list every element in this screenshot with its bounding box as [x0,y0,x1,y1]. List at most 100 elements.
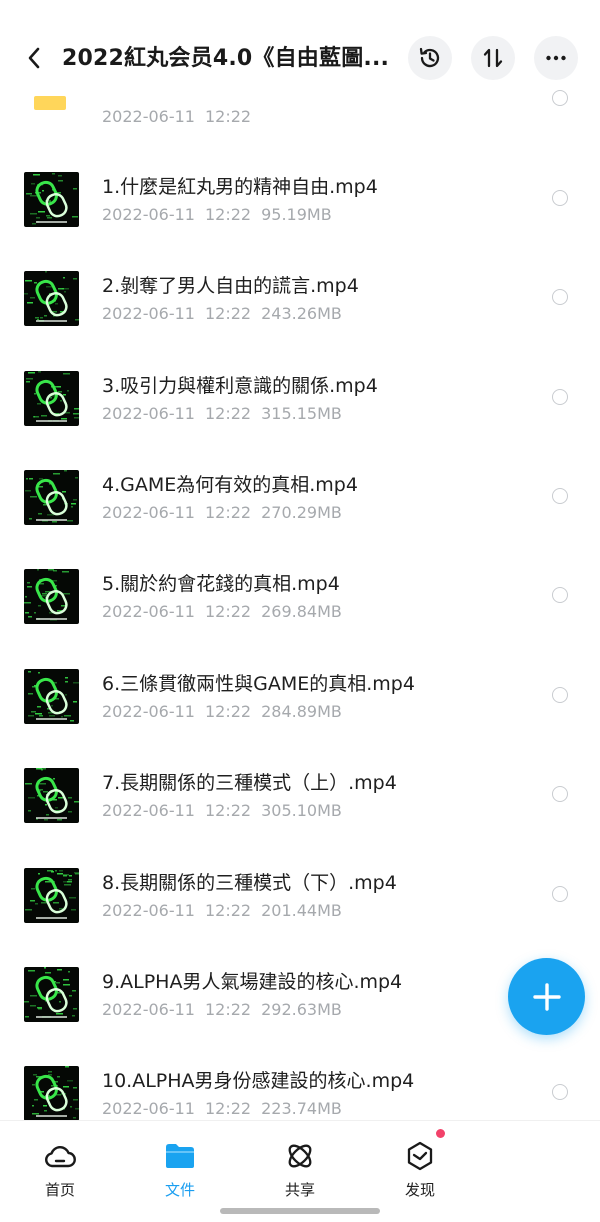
select-radio[interactable] [552,190,568,206]
file-size: 269.84MB [261,602,342,621]
file-meta: 2022-06-11 12:22 269.84MB [102,602,352,621]
video-thumbnail-icon [24,371,79,426]
file-name: 2.剝奪了男人自由的謊言.mp4 [102,275,359,297]
app-header: 2022紅丸会员4.0《自由藍圖... [0,0,600,90]
more-dots-icon [546,55,566,61]
file-meta: 2022-06-11 12:22 292.63MB [102,1000,352,1019]
video-thumbnail-icon [24,271,79,326]
file-row[interactable]: 2.剝奪了男人自由的謊言.mp4 2022-06-11 12:22 243.26MB [0,269,600,368]
file-name: 9.ALPHA男人氣場建設的核心.mp4 [102,971,403,993]
file-row[interactable]: 4.GAME為何有效的真相.mp4 2022-06-11 12:22 270.29M… [0,468,600,567]
tab-share[interactable]: 共享 [260,1139,340,1200]
more-button[interactable] [534,36,578,80]
file-date: 2022-06-11 [102,602,195,621]
file-time: 12:22 [204,404,252,423]
page-title: 2022紅丸会员4.0《自由藍圖... [62,46,390,71]
history-icon [419,47,440,68]
file-meta: 2022-06-11 12:22 315.15MB [102,404,352,423]
file-row[interactable]: 8.長期關係的三種模式（下）.mp4 2022-06-11 12:22 201.44… [0,866,600,965]
bottom-tab-bar: 首页 文件 共享 发现 [0,1120,600,1222]
cloud-icon [45,1146,76,1168]
tab-home-label: 首页 [44,1181,75,1199]
video-thumbnail-icon [24,569,79,624]
select-radio[interactable] [552,1084,568,1100]
add-button[interactable] [508,958,585,1035]
file-row[interactable]: 3.吸引力與權利意識的關係.mp4 2022-06-11 12:22 315.15M… [0,369,600,468]
video-thumbnail-icon [24,967,79,1022]
sort-icon [483,48,503,68]
file-date: 2022-06-11 [102,1099,195,1118]
file-date: 2022-06-11 [102,1000,195,1019]
sort-button[interactable] [471,36,515,80]
file-name: 1.什麼是紅丸男的精神自由.mp4 [102,176,378,198]
select-radio[interactable] [552,389,568,405]
file-size: 223.74MB [261,1099,342,1118]
file-row[interactable]: 5.關於約會花錢的真相.mp4 2022-06-11 12:22 269.84MB [0,567,600,666]
history-button[interactable] [408,36,452,80]
video-thumbnail-icon [24,1066,79,1120]
file-date: 2022-06-11 [102,702,195,721]
file-size: 305.10MB [261,801,342,820]
file-time: 12:22 [204,702,252,721]
folder-date: 2022-06-11 [102,107,195,126]
file-row[interactable]: 10.ALPHA男身份感建設的核心.mp4 2022-06-11 12:22 223… [0,1064,600,1120]
file-date: 2022-06-11 [102,503,195,522]
file-row[interactable]: 9.ALPHA男人氣場建設的核心.mp4 2022-06-11 12:22 292.… [0,965,600,1064]
back-button[interactable] [18,36,50,80]
file-time: 12:22 [204,901,252,920]
share-orbit-icon [288,1144,312,1168]
file-date: 2022-06-11 [102,404,195,423]
home-indicator [220,1208,380,1214]
file-date: 2022-06-11 [102,901,195,920]
select-radio[interactable] [552,687,568,703]
select-radio[interactable] [552,289,568,305]
file-row[interactable]: 1.什麼是紅丸男的精神自由.mp4 2022-06-11 12:22 95.19MB [0,170,600,269]
file-size: 315.15MB [261,404,342,423]
file-date: 2022-06-11 [102,801,195,820]
file-meta: 2022-06-11 12:22 284.89MB [102,702,352,721]
tab-discover[interactable]: 发现 [380,1139,460,1200]
file-name: 5.關於約會花錢的真相.mp4 [102,573,340,595]
folder-icon [34,96,66,110]
file-name: 7.長期關係的三種模式（上）.mp4 [102,772,397,794]
select-radio[interactable] [552,488,568,504]
video-thumbnail-icon [24,470,79,525]
folder-time: 12:22 [204,107,252,126]
file-list: 2022-06-11 12:22 1.什麼是紅丸男的精神自由.mp4 2022-0… [0,0,600,1120]
file-meta: 2022-06-11 12:22 95.19MB [102,205,342,224]
file-meta: 2022-06-11 12:22 223.74MB [102,1099,352,1118]
file-size: 270.29MB [261,503,342,522]
tab-home[interactable]: 首页 [20,1139,100,1200]
file-time: 12:22 [204,304,252,323]
file-date: 2022-06-11 [102,205,195,224]
file-size: 292.63MB [261,1000,342,1019]
file-time: 12:22 [204,602,252,621]
file-row[interactable]: 6.三條貫徹兩性與GAME的真相.mp4 2022-06-11 12:22 284.… [0,667,600,766]
file-name: 6.三條貫徹兩性與GAME的真相.mp4 [102,673,415,695]
file-size: 284.89MB [261,702,342,721]
folder-meta: 2022-06-11 12:22 [102,107,261,126]
plus-icon [532,982,561,1011]
file-name: 10.ALPHA男身份感建設的核心.mp4 [102,1070,415,1092]
tab-files-label: 文件 [164,1181,195,1199]
file-size: 201.44MB [261,901,342,920]
chevron-left-icon [28,47,40,69]
file-time: 12:22 [204,1000,252,1019]
file-size: 95.19MB [261,205,332,224]
file-time: 12:22 [204,1099,252,1118]
video-thumbnail-icon [24,172,79,227]
file-name: 4.GAME為何有效的真相.mp4 [102,474,358,496]
folder-icon [166,1144,194,1168]
file-name: 8.長期關係的三種模式（下）.mp4 [102,872,397,894]
select-radio[interactable] [552,587,568,603]
file-meta: 2022-06-11 12:22 201.44MB [102,901,352,920]
file-time: 12:22 [204,503,252,522]
select-radio[interactable] [552,90,568,106]
select-radio[interactable] [552,886,568,902]
tab-files[interactable]: 文件 [140,1139,220,1200]
video-thumbnail-icon [24,669,79,724]
video-thumbnail-icon [24,768,79,823]
file-time: 12:22 [204,801,252,820]
file-row[interactable]: 7.長期關係的三種模式（上）.mp4 2022-06-11 12:22 305.10… [0,766,600,865]
select-radio[interactable] [552,786,568,802]
